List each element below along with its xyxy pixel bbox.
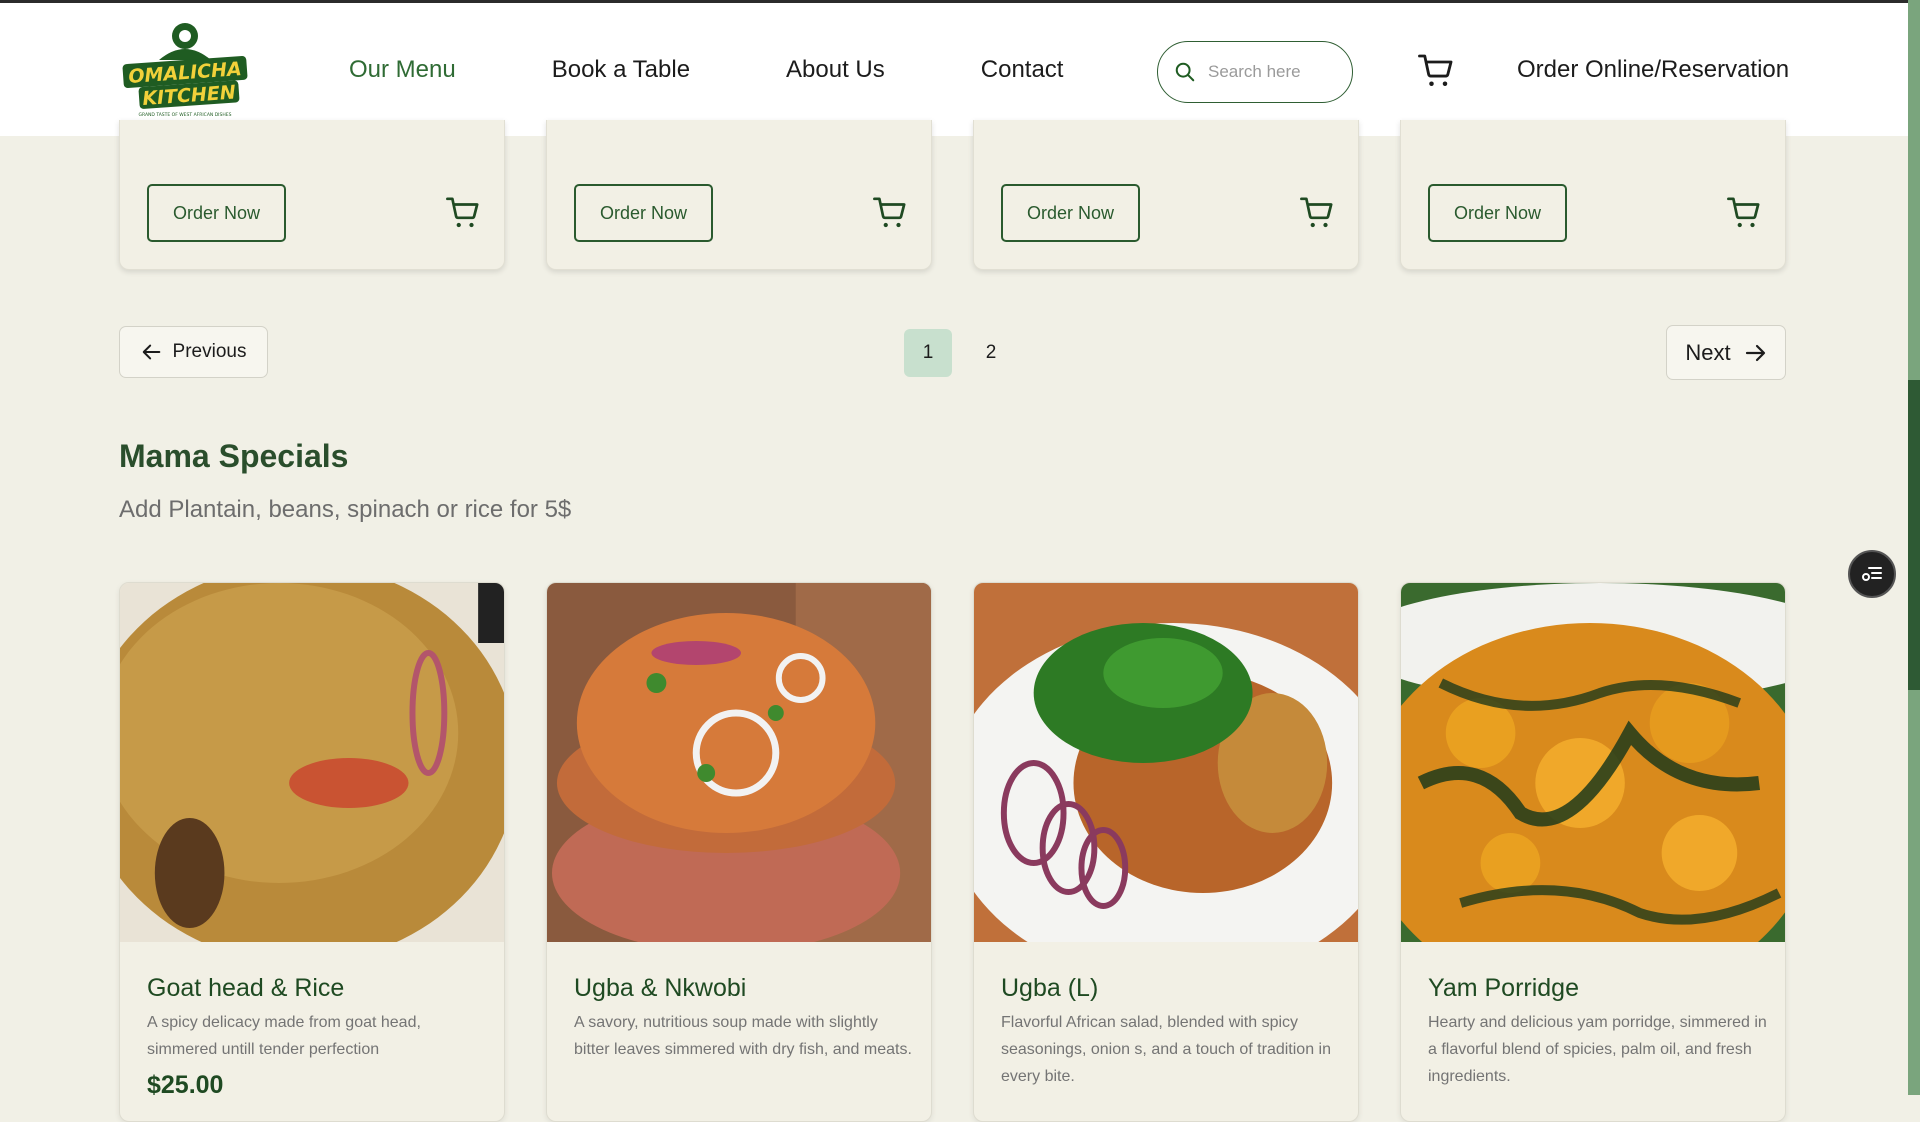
product-description: Hearty and delicious yam porridge, simme… <box>1428 1014 1767 1085</box>
product-price: $25.00 <box>147 1071 224 1099</box>
site-header: OMALICHA KITCHEN GRAND TASTE OF WEST AFR… <box>0 3 1908 136</box>
order-online-link[interactable]: Order Online/Reservation <box>1517 56 1789 84</box>
scrollbar-thumb[interactable] <box>1908 380 1920 690</box>
arrow-right-icon <box>1745 344 1765 361</box>
filter-list-button[interactable] <box>1848 550 1896 598</box>
cart-icon[interactable] <box>1300 196 1334 230</box>
scrollbar[interactable] <box>1908 0 1920 1095</box>
cart-icon[interactable] <box>446 196 480 230</box>
section-title: Mama Specials <box>119 438 349 474</box>
order-now-button[interactable]: Order Now <box>1428 184 1567 242</box>
next-page-button[interactable]: Next <box>1666 325 1786 380</box>
product-image <box>120 583 504 942</box>
product-name: Ugba & Nkwobi <box>574 974 747 1002</box>
arrow-left-icon <box>142 344 160 360</box>
order-now-button[interactable]: Order Now <box>1001 184 1140 242</box>
next-label: Next <box>1685 339 1731 365</box>
menu-card-fragment: Order Now <box>973 120 1359 270</box>
product-name: Goat head & Rice <box>147 974 345 1002</box>
search-icon <box>1175 62 1195 82</box>
page-1-button[interactable]: 1 <box>904 329 952 377</box>
product-card[interactable]: Goat head & Rice A spicy delicacy made f… <box>119 582 505 1122</box>
menu-card-fragment: Order Now <box>546 120 932 270</box>
menu-card-fragment: Order Now <box>1400 120 1786 270</box>
previous-page-button[interactable]: Previous <box>119 326 268 378</box>
nav-our-menu[interactable]: Our Menu <box>349 56 456 84</box>
cart-icon[interactable] <box>1727 196 1761 230</box>
nav-book-a-table[interactable]: Book a Table <box>552 56 690 84</box>
product-image <box>974 583 1358 942</box>
product-card[interactable]: Ugba & Nkwobi A savory, nutritious soup … <box>546 582 932 1122</box>
menu-card-fragment: Order Now <box>119 120 505 270</box>
product-image <box>547 583 931 942</box>
product-card[interactable]: Ugba (L) Flavorful African salad, blende… <box>973 582 1359 1122</box>
search-input[interactable] <box>1208 62 1338 82</box>
order-now-button[interactable]: Order Now <box>574 184 713 242</box>
page-2-button[interactable]: 2 <box>967 329 1015 377</box>
cart-icon[interactable] <box>1418 53 1454 89</box>
logo-tagline: GRAND TASTE OF WEST AFRICAN DISHES <box>139 112 232 118</box>
product-image <box>1401 583 1785 942</box>
previous-label: Previous <box>172 341 247 362</box>
product-card[interactable]: Yam Porridge Hearty and delicious yam po… <box>1400 582 1786 1122</box>
cart-icon[interactable] <box>873 196 907 230</box>
filter-list-icon <box>1862 567 1882 581</box>
product-description: A spicy delicacy made from goat head, si… <box>147 1014 421 1058</box>
logo-icon: OMALICHA KITCHEN GRAND TASTE OF WEST AFR… <box>122 22 248 118</box>
product-name: Yam Porridge <box>1428 974 1579 1002</box>
product-name: Ugba (L) <box>1001 974 1099 1002</box>
product-description: Flavorful African salad, blended with sp… <box>1001 1014 1331 1085</box>
product-description: A savory, nutritious soup made with slig… <box>574 1014 912 1058</box>
nav-contact[interactable]: Contact <box>981 56 1064 84</box>
site-logo[interactable]: OMALICHA KITCHEN GRAND TASTE OF WEST AFR… <box>119 20 251 120</box>
nav-about-us[interactable]: About Us <box>786 56 885 84</box>
section-subtitle: Add Plantain, beans, spinach or rice for… <box>119 496 572 523</box>
main-nav: Our Menu Book a Table About Us Contact <box>349 56 1159 84</box>
order-now-button[interactable]: Order Now <box>147 184 286 242</box>
search-box[interactable] <box>1157 41 1353 103</box>
